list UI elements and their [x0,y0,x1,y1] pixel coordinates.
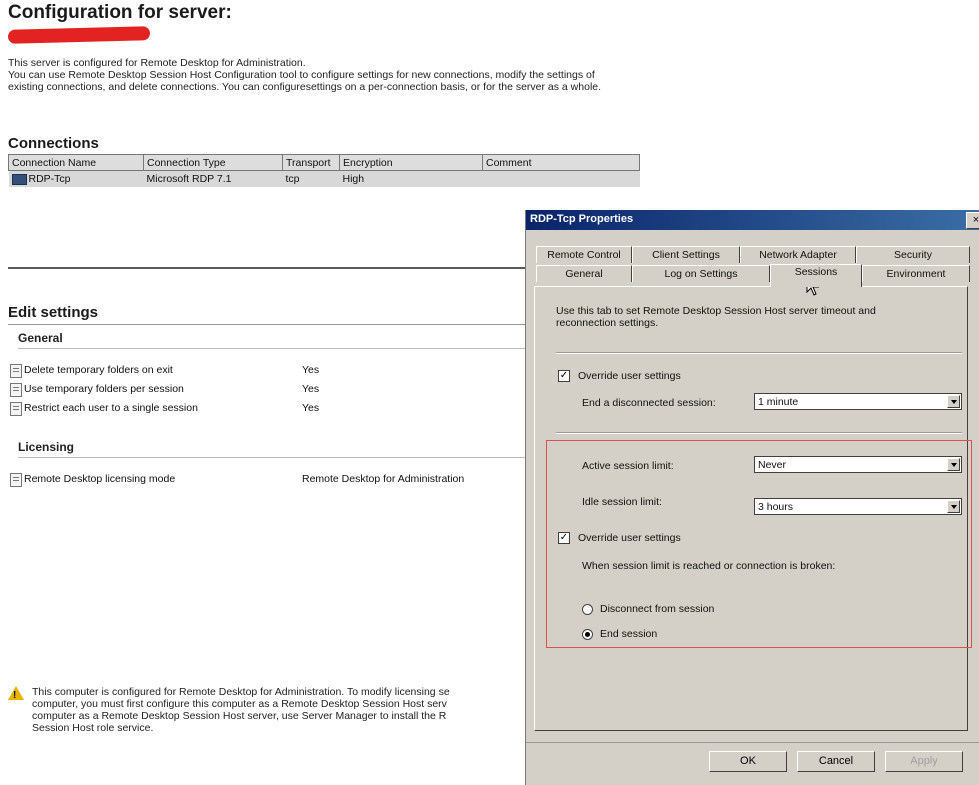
setting-row-restrict-single-session[interactable]: Restrict each user to a single session Y… [10,400,530,416]
override-user-settings-checkbox[interactable]: ✓ [558,370,570,382]
warning-text: This computer is configured for Remote D… [32,686,526,734]
setting-row-delete-temp-folders[interactable]: Delete temporary folders on exit Yes [10,362,530,378]
edit-settings-divider [8,324,528,325]
active-session-limit-label: Active session limit: [582,460,674,472]
setting-icon [10,473,22,487]
connection-name-cell[interactable]: RDP-Tcp [8,170,144,187]
warning-icon-mark: ! [13,690,17,701]
description-line: reconnection settings. [556,317,659,329]
table-header-row: Connection Name Connection Type Transpor… [8,154,640,171]
setting-icon [10,364,22,378]
tab-sessions[interactable]: Sessions [770,264,862,287]
idle-session-limit-select[interactable]: 3 hours [754,498,962,515]
column-header-connection-name[interactable]: Connection Name [8,154,144,171]
apply-button[interactable]: Apply [885,751,963,772]
setting-row-use-temp-folders[interactable]: Use temporary folders per session Yes [10,381,530,397]
active-session-limit-select[interactable]: Never [754,456,962,473]
tab-security[interactable]: Security [856,246,970,263]
select-value: Never [758,459,787,471]
page-title: Configuration for server: [8,2,232,23]
button-bar-divider [526,742,979,743]
rdp-tcp-properties-dialog: RDP-Tcp Properties × Remote Control Clie… [525,210,979,785]
column-header-transport[interactable]: Transport [282,154,340,171]
setting-name: Restrict each user to a single session [24,402,198,414]
tab-remote-control[interactable]: Remote Control [536,246,632,263]
tab-environment[interactable]: Environment [862,265,970,282]
connection-type-cell: Microsoft RDP 7.1 [143,170,283,187]
chevron-down-icon[interactable] [947,500,960,513]
sessions-description: Use this tab to set Remote Desktop Sessi… [556,305,956,329]
warning-line: computer as a Remote Desktop Session Hos… [32,710,447,722]
setting-value: Yes [302,402,320,414]
setting-name: Use temporary folders per session [24,383,184,395]
chevron-down-icon[interactable] [947,458,960,471]
column-header-connection-type[interactable]: Connection Type [143,154,283,171]
warning-line: This computer is configured for Remote D… [32,686,450,698]
setting-name: Remote Desktop licensing mode [24,473,176,485]
connection-icon [11,173,27,185]
override-user-settings-limit-checkbox[interactable]: ✓ [558,532,570,544]
connections-heading: Connections [8,135,99,152]
intro-line: This server is configured for Remote Des… [8,57,306,69]
intro-line: You can use Remote Desktop Session Host … [8,69,595,81]
intro-text: This server is configured for Remote Des… [8,57,748,93]
tab-client-settings[interactable]: Client Settings [632,246,740,263]
connection-name: RDP-Tcp [28,173,71,185]
panel-divider [556,352,962,354]
column-header-encryption[interactable]: Encryption [339,154,483,171]
table-row[interactable]: RDP-Tcp Microsoft RDP 7.1 tcp High [8,170,640,187]
end-disconnected-session-label: End a disconnected session: [582,397,716,409]
end-disconnected-session-select[interactable]: 1 minute [754,393,962,410]
panel-divider [556,432,962,434]
intro-line: existing connections, and delete connect… [8,81,602,93]
dialog-title: RDP-Tcp Properties [530,213,634,225]
select-value: 1 minute [758,396,799,408]
chevron-down-icon[interactable] [947,395,960,408]
warning-line: computer, you must first configure this … [32,698,447,710]
general-heading: General [18,331,63,345]
end-session-label: End session [600,628,658,640]
general-divider [18,348,528,349]
warning-line: Session Host role service. [32,722,154,734]
close-button[interactable]: × [966,212,979,229]
redacted-server-name [7,26,151,44]
disconnect-from-session-label: Disconnect from session [600,603,715,615]
select-value: 3 hours [758,501,794,513]
cancel-button[interactable]: Cancel [797,751,875,772]
setting-name: Delete temporary folders on exit [24,364,173,376]
setting-value: Yes [302,383,320,395]
idle-session-limit-label: Idle session limit: [582,496,662,508]
tab-general[interactable]: General [536,265,632,282]
session-limit-text: When session limit is reached or connect… [582,560,836,572]
encryption-cell: High [339,170,483,187]
tab-network-adapter[interactable]: Network Adapter [740,246,856,263]
ok-button[interactable]: OK [709,751,787,772]
setting-row-licensing-mode[interactable]: Remote Desktop licensing mode Remote Des… [10,471,530,487]
edit-settings-heading: Edit settings [8,304,99,321]
description-line: Use this tab to set Remote Desktop Sessi… [556,305,876,317]
setting-value: Remote Desktop for Administration [302,473,465,485]
tab-log-on-settings[interactable]: Log on Settings [632,265,770,282]
dialog-titlebar[interactable]: RDP-Tcp Properties × [526,210,979,230]
end-session-radio[interactable] [582,629,593,640]
override-user-settings-limit-label: Override user settings [578,532,681,544]
comment-cell [482,170,640,187]
override-user-settings-label: Override user settings [578,370,681,382]
disconnect-from-session-radio[interactable] [582,604,593,615]
setting-icon [10,383,22,397]
transport-cell: tcp [282,170,340,187]
setting-value: Yes [302,364,320,376]
licensing-heading: Licensing [18,440,75,454]
setting-icon [10,402,22,416]
column-header-comment[interactable]: Comment [482,154,640,171]
connections-table: Connection Name Connection Type Transpor… [8,154,640,187]
licensing-divider [18,457,528,458]
